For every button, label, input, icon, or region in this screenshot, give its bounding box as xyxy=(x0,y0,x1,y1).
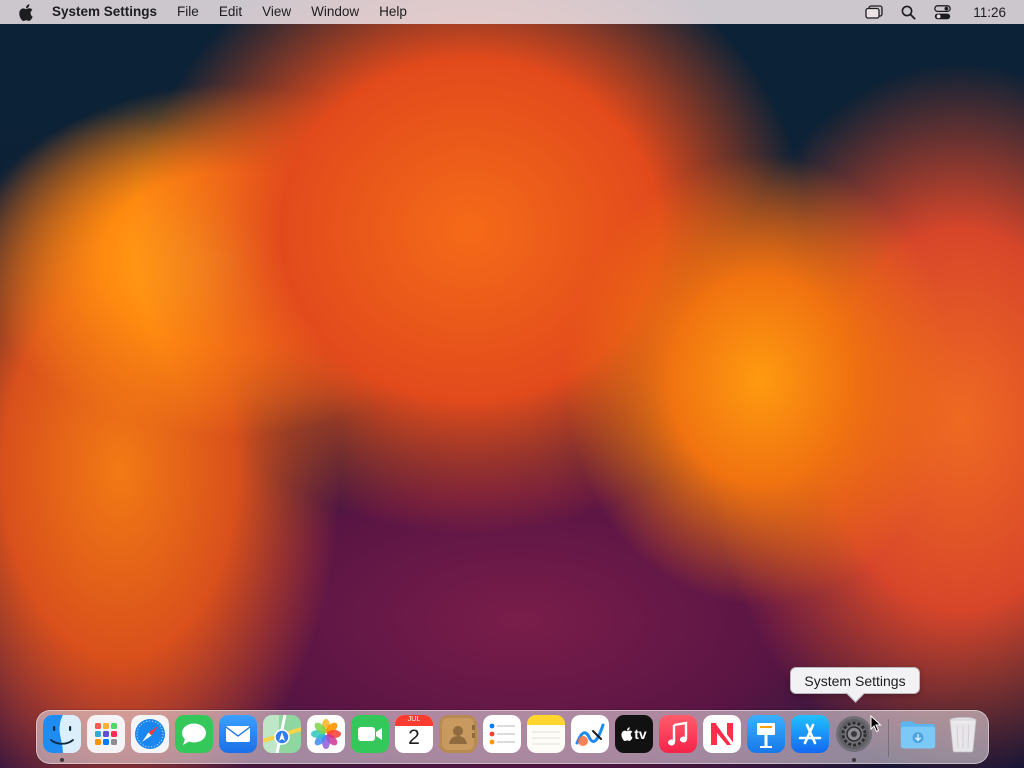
finder-icon[interactable] xyxy=(43,715,81,753)
photos-icon[interactable] xyxy=(307,715,345,753)
calendar-day: 2 xyxy=(408,726,420,749)
reminders-icon[interactable] xyxy=(483,715,521,753)
safari-icon[interactable] xyxy=(131,715,169,753)
mail-icon[interactable] xyxy=(219,715,257,753)
spotlight-search-icon[interactable] xyxy=(897,3,919,21)
menu-file[interactable]: File xyxy=(167,0,209,24)
calendar-month: JUL xyxy=(407,716,421,723)
keynote-icon[interactable] xyxy=(747,715,785,753)
menu-app-name[interactable]: System Settings xyxy=(50,0,167,24)
menu-bar: System Settings File Edit View Window He… xyxy=(0,0,1024,24)
running-indicator xyxy=(852,758,856,762)
menu-edit[interactable]: Edit xyxy=(209,0,252,24)
screen-mirroring-icon[interactable] xyxy=(863,3,885,21)
maps-icon[interactable] xyxy=(263,715,301,753)
app-store-icon[interactable] xyxy=(791,715,829,753)
menubar-clock[interactable]: 11:26 xyxy=(973,5,1006,20)
control-center-icon[interactable] xyxy=(931,3,953,21)
menu-help[interactable]: Help xyxy=(369,0,417,24)
news-icon[interactable] xyxy=(703,715,741,753)
launchpad-icon[interactable] xyxy=(87,715,125,753)
system-settings-icon[interactable] xyxy=(835,715,873,753)
apple-tv-icon[interactable]: tv xyxy=(615,715,653,753)
contacts-icon[interactable] xyxy=(439,715,477,753)
facetime-icon[interactable] xyxy=(351,715,389,753)
dock-separator xyxy=(888,719,889,757)
downloads-folder-icon[interactable] xyxy=(899,715,937,753)
tv-label: tv xyxy=(634,726,647,742)
running-indicator xyxy=(60,758,64,762)
trash-icon[interactable] xyxy=(944,715,982,753)
desktop-wallpaper xyxy=(0,0,1024,768)
mouse-cursor-icon xyxy=(870,714,882,733)
freeform-icon[interactable] xyxy=(571,715,609,753)
menu-window[interactable]: Window xyxy=(301,0,369,24)
calendar-icon[interactable]: JUL 2 xyxy=(395,715,433,753)
dock-tooltip: System Settings xyxy=(790,667,920,694)
apple-logo-icon[interactable] xyxy=(16,2,36,22)
dock: JUL 2 tv xyxy=(36,710,989,764)
notes-icon[interactable] xyxy=(527,715,565,753)
menu-view[interactable]: View xyxy=(252,0,301,24)
messages-icon[interactable] xyxy=(175,715,213,753)
music-icon[interactable] xyxy=(659,715,697,753)
